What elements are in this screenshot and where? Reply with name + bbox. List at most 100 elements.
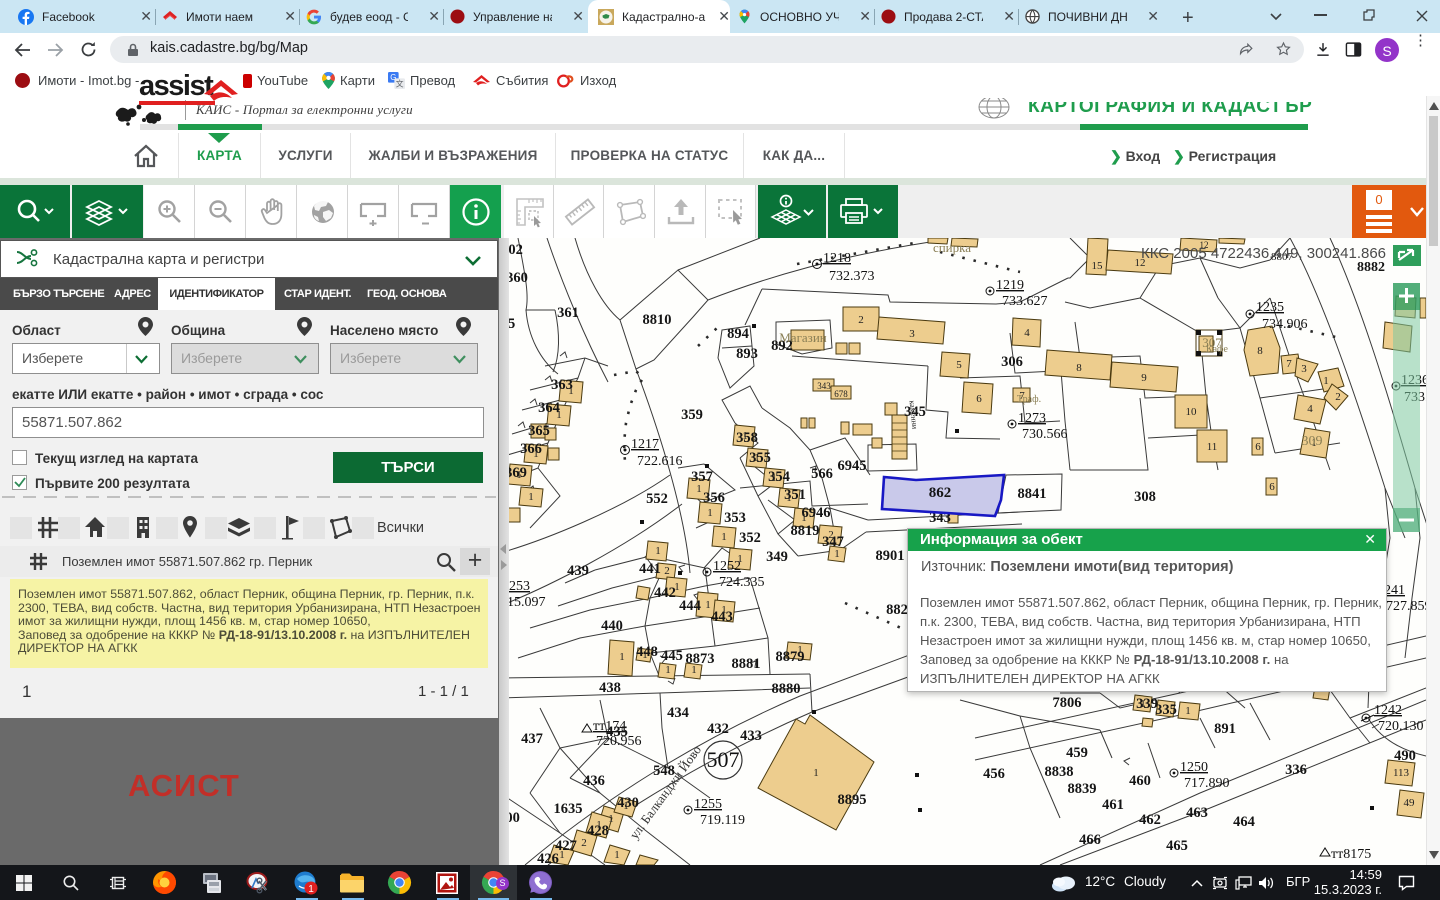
svg-text:Магазин: Магазин — [779, 330, 827, 345]
svg-text:1: 1 — [742, 430, 748, 442]
svg-text:717.890: 717.890 — [1184, 776, 1230, 791]
svg-text:733.627: 733.627 — [1002, 294, 1048, 309]
svg-text:1: 1 — [528, 491, 534, 503]
svg-text:8901: 8901 — [876, 548, 905, 564]
svg-text:1: 1 — [737, 553, 743, 565]
svg-text:1219: 1219 — [996, 278, 1024, 293]
svg-text:1: 1 — [691, 664, 697, 676]
svg-text:8: 8 — [1257, 345, 1263, 357]
svg-text:356: 356 — [703, 490, 725, 506]
svg-text:1: 1 — [1140, 698, 1146, 710]
svg-text:1: 1 — [721, 531, 727, 543]
svg-text:730.566: 730.566 — [1022, 427, 1068, 442]
svg-text:507: 507 — [707, 747, 740, 772]
svg-text:552: 552 — [646, 491, 668, 507]
svg-text:1: 1 — [614, 849, 620, 861]
svg-text:462: 462 — [1139, 812, 1161, 828]
svg-text:1: 1 — [674, 581, 680, 593]
svg-text:11: 11 — [1207, 441, 1218, 453]
svg-text:365: 365 — [528, 423, 550, 439]
svg-text:894: 894 — [727, 326, 749, 342]
svg-text:8819: 8819 — [791, 523, 820, 539]
svg-text:6: 6 — [1255, 441, 1261, 453]
svg-text:438: 438 — [599, 680, 621, 696]
svg-text:466: 466 — [1079, 832, 1101, 848]
svg-text:Траф.: Траф. — [1017, 394, 1041, 405]
svg-text:1: 1 — [665, 664, 671, 676]
svg-text:361: 361 — [557, 305, 579, 321]
svg-text:3: 3 — [909, 328, 915, 340]
svg-text:359: 359 — [681, 407, 703, 423]
svg-text:724.335: 724.335 — [719, 575, 765, 590]
svg-text:2: 2 — [664, 565, 670, 577]
svg-text:1: 1 — [556, 409, 562, 421]
svg-text:1218: 1218 — [823, 251, 851, 266]
svg-text:349: 349 — [766, 549, 788, 565]
svg-text:10: 10 — [1186, 406, 1198, 418]
svg-text:461: 461 — [1102, 797, 1124, 813]
svg-text:426: 426 — [537, 851, 559, 865]
svg-text:1: 1 — [516, 469, 522, 481]
svg-text:8839: 8839 — [1068, 781, 1097, 797]
svg-text:336: 336 — [1285, 762, 1307, 778]
svg-text:463: 463 — [1186, 805, 1208, 821]
svg-text:353: 353 — [724, 510, 746, 526]
svg-text:456: 456 — [983, 766, 1005, 782]
svg-text:8873: 8873 — [686, 651, 715, 667]
svg-text:1: 1 — [696, 483, 702, 495]
svg-text:1: 1 — [797, 644, 803, 656]
svg-text:360: 360 — [506, 270, 528, 286]
svg-text:8880: 8880 — [772, 681, 801, 697]
svg-text:1: 1 — [655, 545, 661, 557]
svg-text:1217: 1217 — [631, 437, 659, 452]
svg-text:1: 1 — [619, 651, 625, 663]
svg-text:8810: 8810 — [643, 312, 672, 328]
svg-text:893: 893 — [736, 346, 758, 362]
svg-text:1: 1 — [771, 472, 777, 484]
svg-text:862: 862 — [929, 485, 952, 501]
svg-text:тт8175: тт8175 — [1331, 847, 1371, 862]
svg-text:1: 1 — [533, 448, 539, 460]
svg-text:241: 241 — [1384, 583, 1405, 598]
svg-text:1: 1 — [707, 507, 713, 519]
svg-text:9: 9 — [1141, 372, 1147, 384]
svg-text:1242: 1242 — [1374, 703, 1402, 718]
svg-text:6945: 6945 — [838, 458, 867, 474]
svg-text:436: 436 — [583, 773, 605, 789]
svg-text:306: 306 — [1001, 354, 1023, 370]
svg-text:3: 3 — [1301, 363, 1307, 375]
svg-text:308: 308 — [1134, 489, 1156, 505]
svg-text:343: 343 — [817, 381, 831, 391]
svg-text:7: 7 — [1286, 358, 1292, 370]
svg-text:719.119: 719.119 — [700, 813, 745, 828]
svg-text:1: 1 — [596, 819, 602, 831]
svg-text:1635: 1635 — [554, 801, 583, 817]
svg-text:15: 15 — [1092, 260, 1104, 272]
svg-text:432: 432 — [707, 721, 729, 737]
svg-text:309: 309 — [1302, 434, 1323, 449]
svg-text:спирка: спирка — [933, 240, 971, 255]
svg-text:445: 445 — [661, 648, 683, 664]
svg-text:722.616: 722.616 — [637, 454, 683, 469]
svg-text:490: 490 — [1394, 748, 1416, 764]
svg-text:882: 882 — [886, 602, 908, 618]
svg-text:2: 2 — [828, 529, 834, 541]
svg-text:8881: 8881 — [732, 656, 761, 672]
svg-text:335: 335 — [1155, 702, 1177, 718]
svg-text:435: 435 — [606, 724, 628, 740]
svg-text:1235: 1235 — [1256, 300, 1284, 315]
svg-text:49: 49 — [1404, 797, 1416, 809]
svg-text:1: 1 — [721, 604, 727, 616]
svg-text:2: 2 — [858, 314, 864, 326]
svg-text:1: 1 — [1323, 375, 1329, 387]
svg-text:459: 459 — [1066, 745, 1088, 761]
svg-text:465: 465 — [1166, 838, 1188, 854]
svg-text:720.130: 720.130 — [1378, 719, 1424, 734]
svg-text:2: 2 — [1335, 391, 1341, 403]
svg-text:1: 1 — [308, 884, 314, 895]
svg-text:2: 2 — [581, 837, 587, 849]
svg-text:1: 1 — [623, 800, 629, 812]
svg-text:732.373: 732.373 — [829, 269, 875, 284]
svg-text:1: 1 — [642, 649, 648, 661]
svg-text:444: 444 — [679, 598, 701, 614]
